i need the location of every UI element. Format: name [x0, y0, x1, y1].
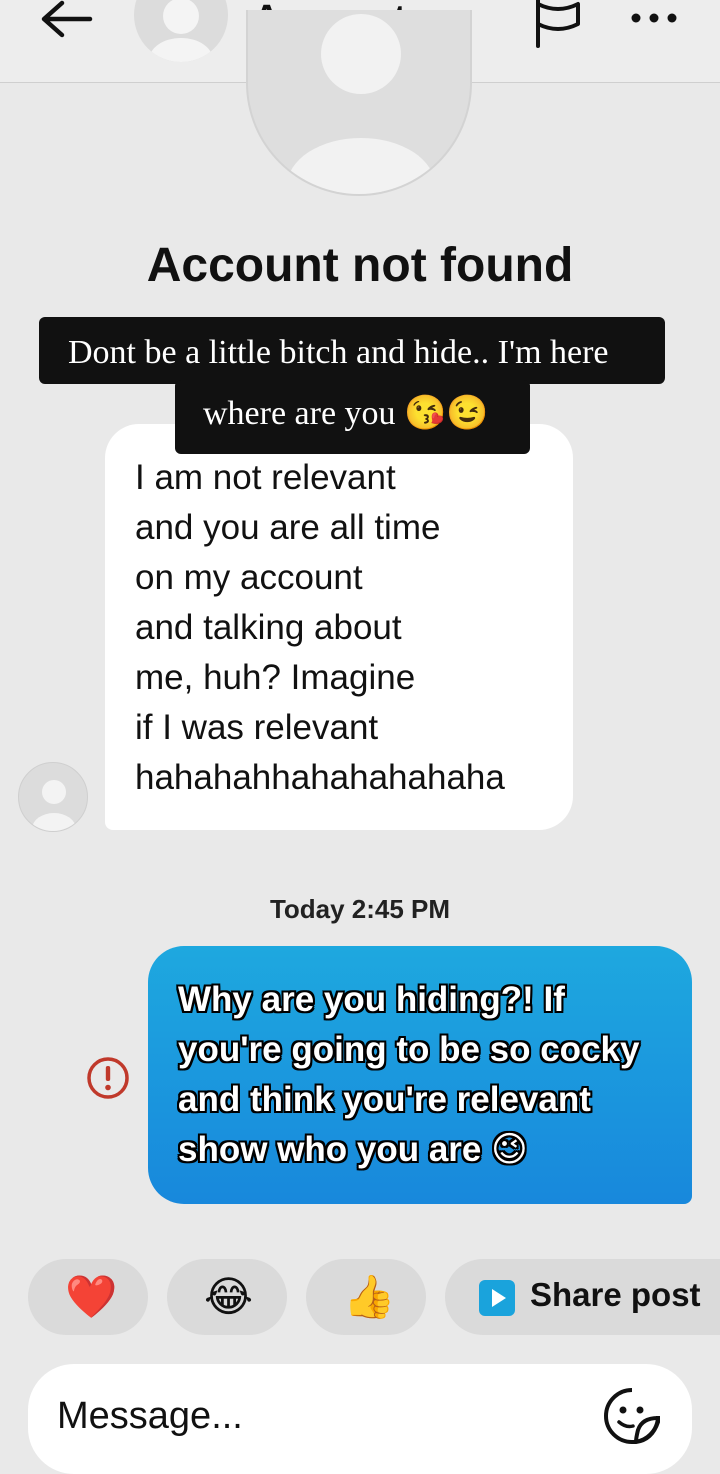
- thumbs-up-emoji: 👍: [343, 1273, 396, 1320]
- profile-avatar[interactable]: [246, 10, 472, 196]
- message-timestamp: Today 2:45 PM: [269, 894, 451, 924]
- default-avatar-icon: [32, 780, 76, 831]
- flag-icon[interactable]: [532, 0, 584, 48]
- default-avatar-icon: [149, 0, 213, 62]
- incoming-message-line: hahahahhahahahahaha: [135, 758, 505, 797]
- outgoing-message-line: you're going to be so cocky: [178, 1030, 640, 1069]
- quick-reaction-heart[interactable]: ❤️: [28, 1259, 148, 1335]
- default-avatar-icon: [287, 14, 435, 194]
- caption-line: where are you 😘😉: [203, 395, 489, 432]
- outgoing-message-line: and think you're relevant: [178, 1080, 591, 1119]
- arrow-left-icon[interactable]: [38, 0, 96, 40]
- share-post-label: Share post: [530, 1276, 701, 1313]
- sticker-icon[interactable]: [602, 1386, 662, 1446]
- heart-emoji: ❤️: [65, 1273, 118, 1320]
- message-input[interactable]: [57, 1390, 577, 1442]
- play-square-icon: [479, 1280, 515, 1316]
- outgoing-message-line: show who you are 😉: [178, 1130, 528, 1169]
- error-icon[interactable]: [86, 1056, 130, 1100]
- outgoing-message-line: Why are you hiding?! If: [178, 980, 565, 1019]
- quick-reaction-laugh[interactable]: 😂: [167, 1259, 287, 1335]
- incoming-message-line: if I was relevant: [135, 708, 379, 747]
- incoming-message-line: me, huh? Imagine: [135, 658, 416, 697]
- profile-title: Account not found: [146, 239, 574, 292]
- sender-avatar[interactable]: [18, 762, 88, 832]
- incoming-message-line: on my account: [135, 558, 363, 597]
- laugh-emoji: 😂: [204, 1273, 254, 1320]
- quick-reaction-thumbs-up[interactable]: 👍: [306, 1259, 426, 1335]
- caption-line: Dont be a little bitch and hide.. I'm he…: [68, 334, 609, 371]
- header-avatar[interactable]: [134, 0, 228, 62]
- incoming-message-line: I am not relevant: [135, 458, 396, 497]
- incoming-message-line: and you are all time: [135, 508, 441, 547]
- more-horizontal-icon[interactable]: [626, 6, 682, 30]
- incoming-message-line: and talking about: [135, 608, 402, 647]
